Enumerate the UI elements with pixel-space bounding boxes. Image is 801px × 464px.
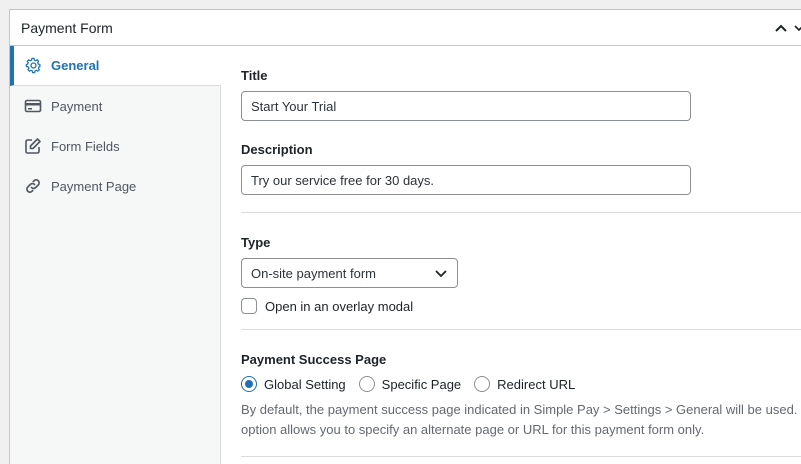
header-actions: [768, 10, 801, 46]
settings-tabs: General Payment Form Fields Payment Page: [10, 46, 221, 464]
description-input[interactable]: [241, 165, 691, 195]
metabox-title: Payment Form: [21, 19, 113, 36]
section-divider: [241, 329, 801, 330]
move-down-button[interactable]: [794, 10, 801, 46]
chevron-down-icon: [794, 25, 801, 32]
success-page-label: Payment Success Page: [241, 352, 387, 367]
link-icon: [24, 177, 42, 195]
title-input[interactable]: [241, 91, 691, 121]
overlay-label: Open in an overlay modal: [265, 298, 414, 314]
radio-option-redirect-url[interactable]: Redirect URL: [474, 376, 575, 392]
chevron-down-icon: [435, 270, 447, 278]
section-divider: [241, 212, 801, 213]
success-page-description: By default, the payment success page ind…: [241, 400, 801, 440]
section-divider: [241, 456, 801, 457]
tab-label: Payment Page: [51, 178, 137, 194]
description-line: By default, the payment success page ind…: [241, 402, 801, 417]
tab-payment-page[interactable]: Payment Page: [10, 166, 220, 206]
radio-label: Redirect URL: [497, 376, 576, 392]
tab-form-fields[interactable]: Form Fields: [10, 126, 220, 166]
tab-general[interactable]: General: [10, 46, 221, 86]
radio-button[interactable]: [474, 376, 491, 392]
tab-label: Form Fields: [51, 138, 120, 154]
tab-label: Payment: [51, 98, 103, 114]
radio-label: Global Setting: [264, 376, 346, 392]
credit-card-icon: [24, 97, 42, 115]
type-label: Type: [241, 235, 271, 250]
description-line: option allows you to specify an alternat…: [241, 422, 705, 437]
overlay-checkbox[interactable]: [241, 298, 257, 314]
chevron-up-icon: [775, 24, 787, 32]
edit-icon: [24, 137, 42, 155]
collapse-button[interactable]: [768, 10, 794, 46]
metabox-header: Payment Form: [10, 10, 801, 46]
tab-payment[interactable]: Payment: [10, 86, 220, 126]
radio-button[interactable]: [358, 376, 375, 392]
radio-label: Specific Page: [381, 376, 462, 392]
payment-form-metabox: Payment Form General Payment Form Fields…: [9, 9, 801, 464]
title-label: Title: [241, 68, 268, 83]
radio-option-global[interactable]: Global Setting: [241, 376, 346, 392]
radio-button[interactable]: [241, 376, 257, 392]
type-select[interactable]: On-site payment form: [241, 258, 458, 288]
gear-icon: [24, 57, 42, 75]
description-label: Description: [241, 142, 313, 157]
overlay-option: Open in an overlay modal: [241, 298, 413, 314]
tab-label: General: [51, 58, 100, 73]
radio-option-specific-page[interactable]: Specific Page: [358, 376, 462, 392]
type-select-value: On-site payment form: [251, 265, 376, 281]
success-page-radios: Global Setting Specific Page Redirect UR…: [241, 376, 588, 392]
